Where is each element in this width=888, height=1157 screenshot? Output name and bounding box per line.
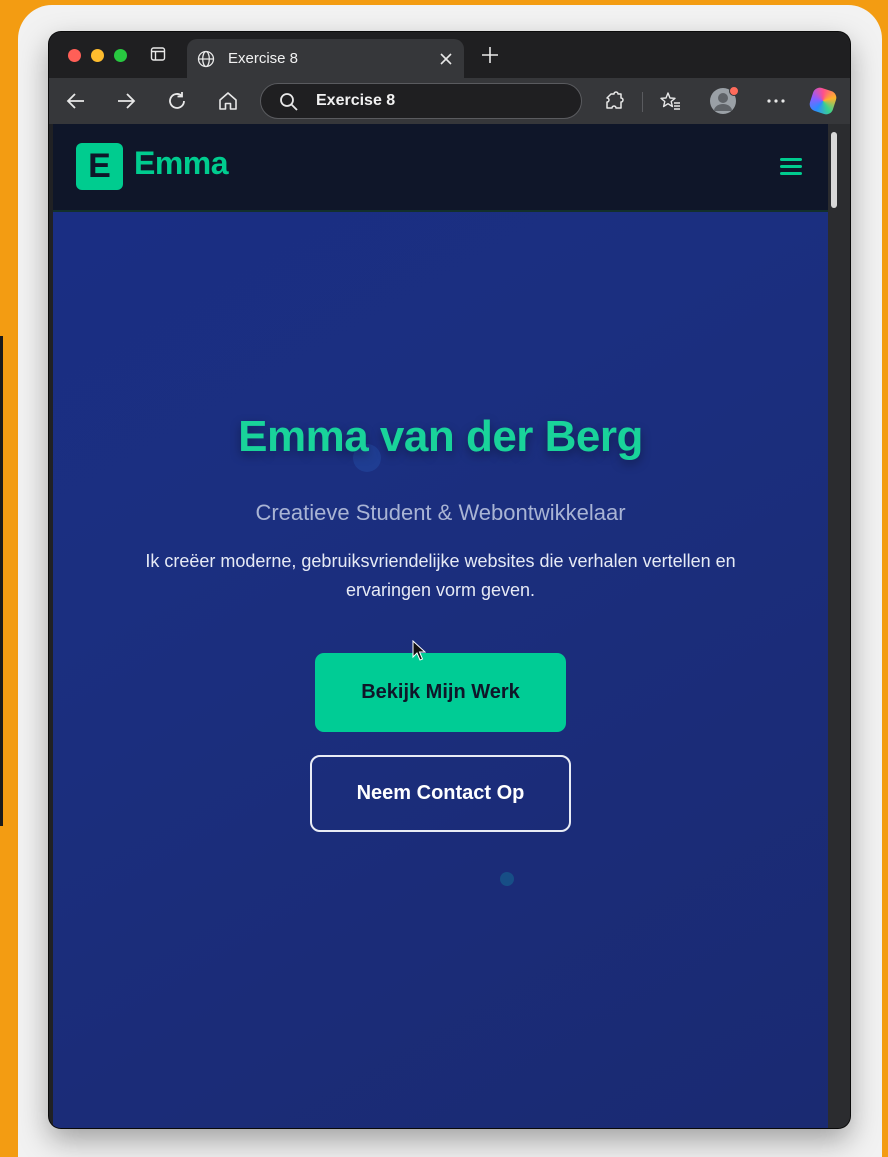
- favorites-icon[interactable]: [659, 90, 681, 112]
- close-icon[interactable]: [439, 52, 453, 66]
- tab-exercise-8[interactable]: Exercise 8: [187, 39, 464, 78]
- address-text: Exercise 8: [316, 92, 396, 109]
- browser-toolbar: Exercise 8: [49, 78, 850, 124]
- logo-text[interactable]: Emma: [134, 145, 229, 182]
- address-bar[interactable]: Exercise 8: [260, 83, 582, 119]
- minimize-window-button[interactable]: [91, 49, 104, 62]
- reload-icon[interactable]: [166, 90, 188, 112]
- scrollbar-track[interactable]: [828, 124, 850, 1128]
- hero-subtitle: Creatieve Student & Webontwikkelaar: [255, 500, 626, 525]
- scrollbar-thumb[interactable]: [831, 132, 837, 208]
- back-icon[interactable]: [65, 90, 87, 112]
- browser-window: Exercise 8 Exercise 8 E Emma Emma van de…: [49, 32, 850, 1128]
- profile-badge: [729, 86, 739, 96]
- contact-button[interactable]: Neem Contact Op: [310, 755, 571, 832]
- tab-title: Exercise 8: [228, 50, 299, 67]
- maximize-window-button[interactable]: [114, 49, 127, 62]
- plus-icon[interactable]: [481, 46, 499, 64]
- hamburger-menu-icon[interactable]: [780, 158, 802, 176]
- more-icon[interactable]: [765, 90, 787, 112]
- home-icon[interactable]: [217, 90, 239, 112]
- site-header: E Emma: [53, 124, 828, 212]
- forward-icon[interactable]: [115, 90, 137, 112]
- close-window-button[interactable]: [68, 49, 81, 62]
- extensions-icon[interactable]: [603, 90, 625, 112]
- page-viewport: E Emma Emma van der Berg Creatieve Stude…: [53, 124, 828, 1128]
- cursor-icon: [412, 640, 426, 661]
- view-work-button[interactable]: Bekijk Mijn Werk: [315, 653, 566, 732]
- hero-title: Emma van der Berg: [238, 412, 643, 461]
- search-icon: [280, 93, 298, 111]
- decorative-orb: [500, 872, 514, 886]
- hero-description: Ik creëer moderne, gebruiksvriendelijke …: [145, 551, 736, 600]
- copilot-icon[interactable]: [807, 85, 839, 117]
- toolbar-separator: [642, 92, 643, 112]
- globe-icon: [197, 50, 215, 68]
- logo-mark[interactable]: E: [76, 143, 123, 190]
- left-edge-bar: [0, 336, 3, 826]
- tab-strip: Exercise 8: [49, 32, 850, 78]
- tabs-icon[interactable]: [150, 46, 166, 62]
